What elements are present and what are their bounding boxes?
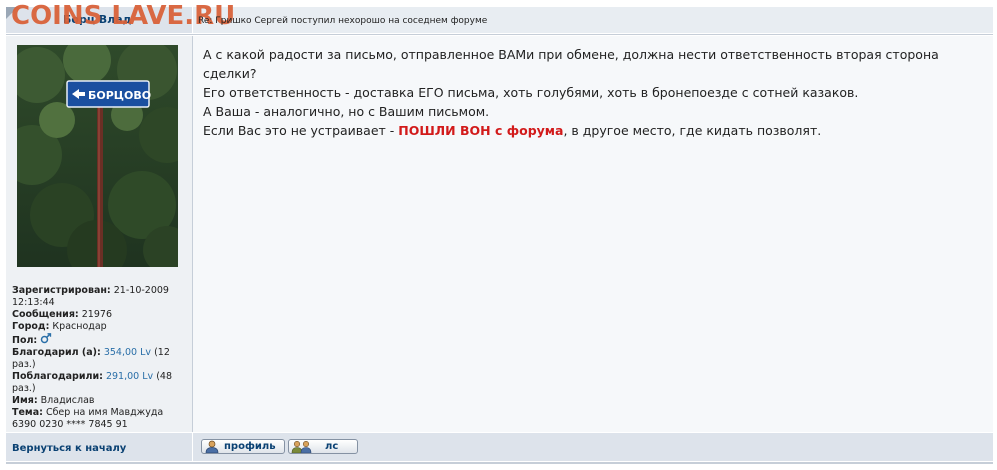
profile-button-label: профиль xyxy=(224,441,276,452)
message-line: А с какой радости за письмо, отправленно… xyxy=(203,47,939,81)
thanked-value-link[interactable]: 354,00 Lv xyxy=(104,347,151,358)
user-info: Зарегистрирован: 21-10-2009 12:13:44 Соо… xyxy=(12,285,188,431)
registered-row: Зарегистрирован: 21-10-2009 12:13:44 xyxy=(12,285,188,309)
forum-post: Борц Влад COINS LAVE.RU Re: Гришко Серге… xyxy=(0,0,997,470)
bottom-divider xyxy=(6,462,993,464)
avatar-image: БОРЦОВО xyxy=(17,45,178,267)
city-value: Краснодар xyxy=(52,321,107,332)
name-label: Имя: xyxy=(12,395,38,406)
gender-row: Пол: xyxy=(12,333,188,347)
received-value-link[interactable]: 291,00 Lv xyxy=(106,371,153,382)
city-row: Город: Краснодар xyxy=(12,321,188,333)
private-message-label: лс xyxy=(325,441,339,452)
message-line: Его ответственность - доставка ЕГО письм… xyxy=(203,85,859,100)
male-icon xyxy=(41,333,52,344)
message-line: Если Вас это не устраивает - ПОШЛИ ВОН с… xyxy=(203,121,988,140)
message-text: , в другое место, где кидать позволят. xyxy=(563,123,822,138)
users-icon xyxy=(291,440,312,453)
divider xyxy=(6,34,993,35)
registered-label: Зарегистрирован: xyxy=(12,285,111,296)
back-to-top-link[interactable]: Вернуться к началу xyxy=(12,443,126,454)
messages-label: Сообщения: xyxy=(12,309,79,320)
highlighted-text: ПОШЛИ ВОН с форума xyxy=(398,123,564,138)
messages-value: 21976 xyxy=(81,309,112,320)
messages-row: Сообщения: 21976 xyxy=(12,309,188,321)
received-label: Поблагодарили: xyxy=(12,371,103,382)
thanked-label: Благодарил (а): xyxy=(12,347,101,358)
message-text: Если Вас это не устраивает - xyxy=(203,123,399,138)
gender-label: Пол: xyxy=(12,335,38,346)
name-value: Владислав xyxy=(40,395,95,406)
post-body: А с какой радости за письмо, отправленно… xyxy=(203,45,988,140)
avatar[interactable]: БОРЦОВО xyxy=(17,45,178,267)
profile-button[interactable]: профиль xyxy=(201,439,285,454)
private-message-button[interactable]: лс xyxy=(288,439,358,454)
name-row: Имя: Владислав xyxy=(12,395,188,407)
city-label: Город: xyxy=(12,321,50,332)
topic-label: Тема: xyxy=(12,407,43,418)
topic-row: Тема: Сбер на имя Мавджуда 6390 0230 ***… xyxy=(12,407,188,431)
thanked-row: Благодарил (а): 354,00 Lv (12 раз.) xyxy=(12,347,188,371)
profile-icon xyxy=(205,440,219,453)
received-row: Поблагодарили: 291,00 Lv (48 раз.) xyxy=(12,371,188,395)
message-line: А Ваша - аналогично, но с Вашим письмом. xyxy=(203,104,490,119)
sign-text: БОРЦОВО xyxy=(88,89,151,102)
post-subject: Re: Гришко Сергей поступил нехорошо на с… xyxy=(198,16,488,26)
